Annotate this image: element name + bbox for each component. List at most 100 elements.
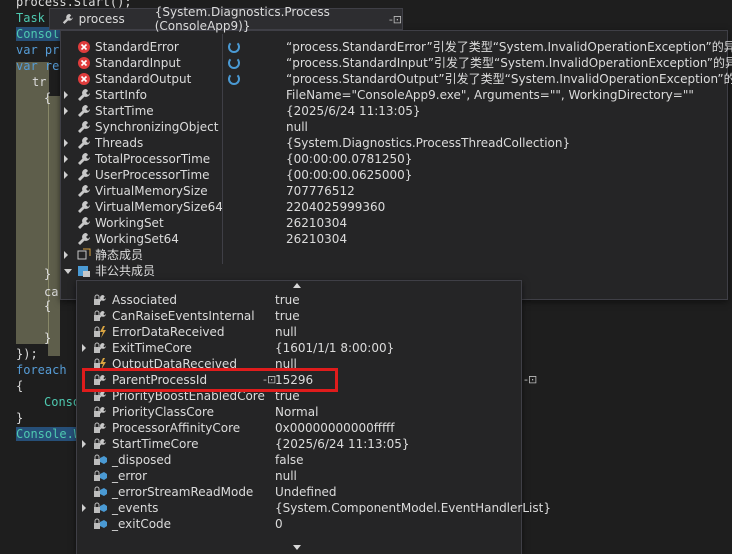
wrench-icon [78, 201, 90, 213]
error-icon [78, 73, 90, 85]
code-line: { [44, 299, 52, 313]
private-field-icon [94, 502, 107, 513]
member-name: _errorStreamReadMode [112, 485, 254, 499]
member-value[interactable]: {00:00:00.0781250} [286, 151, 412, 167]
member-value[interactable]: 26210304 [286, 215, 347, 231]
datatip-row[interactable]: StartTime {2025/6/24 11:13:05} [62, 103, 722, 119]
wrench-icon [78, 217, 90, 229]
expand-arrow-icon[interactable] [64, 171, 68, 179]
nonpublic-row[interactable]: _disposed false [78, 452, 538, 468]
member-value[interactable]: true [275, 292, 300, 308]
member-value[interactable]: true [275, 308, 300, 324]
member-name: StandardError [95, 40, 179, 54]
nonpublic-row[interactable]: Associated true [78, 292, 538, 308]
datatip-row[interactable]: StandardError “process.StandardError”引发了类… [62, 39, 732, 55]
member-value[interactable]: 0x00000000000fffff [275, 420, 394, 436]
code-line: var pr [16, 43, 60, 57]
datatip-row[interactable]: WorkingSet 26210304 [62, 215, 722, 231]
expand-arrow-icon[interactable] [64, 139, 68, 147]
wrench-icon [78, 153, 90, 165]
change-bar [48, 96, 60, 356]
member-value[interactable]: “process.StandardOutput”引发了类型“System.Inv… [286, 71, 732, 87]
member-value[interactable]: “process.StandardInput”引发了类型“System.Inva… [286, 55, 732, 71]
member-value[interactable]: false [275, 452, 304, 468]
member-value[interactable]: 707776512 [286, 183, 355, 199]
datatip-row[interactable]: Threads {System.Diagnostics.ProcessThread… [62, 135, 722, 151]
nonpublic-row[interactable]: ProcessorAffinityCore 0x00000000000fffff [78, 420, 538, 436]
datatip-row[interactable]: TotalProcessorTime {00:00:00.0781250} [62, 151, 722, 167]
member-value[interactable]: 0 [275, 516, 283, 532]
code-line: foreach [16, 363, 67, 377]
datatip-row[interactable]: StartInfo FileName="ConsoleApp9.exe", Arg… [62, 87, 722, 103]
pin-icon[interactable]: -⊡ [389, 13, 402, 26]
nonpublic-row[interactable]: PriorityClassCore Normal [78, 404, 538, 420]
expand-arrow-icon[interactable] [64, 251, 68, 259]
refresh-icon[interactable] [228, 41, 240, 53]
collapse-arrow-icon[interactable] [64, 269, 72, 274]
datatip-row[interactable]: 静态成员 [62, 247, 722, 263]
code-line: { [16, 379, 24, 393]
member-value[interactable]: {1601/1/1 8:00:00} [275, 340, 394, 356]
column-divider[interactable] [222, 34, 223, 264]
member-value[interactable]: {System.ComponentModel.EventHandlerList} [275, 500, 551, 516]
scroll-up-icon[interactable] [293, 283, 301, 288]
datatip-row[interactable]: VirtualMemorySize64 2204025999360 [62, 199, 722, 215]
member-value[interactable]: Undefined [275, 484, 337, 500]
private-property-icon [94, 438, 106, 449]
member-value[interactable]: null [286, 119, 308, 135]
code-line: } [16, 411, 24, 425]
expand-arrow-icon[interactable] [64, 155, 68, 163]
member-value[interactable]: {2025/6/24 11:13:05} [275, 436, 410, 452]
private-property-icon [94, 310, 106, 321]
member-name: ErrorDataReceived [112, 325, 225, 339]
private-field-icon [94, 470, 107, 481]
member-value[interactable]: {2025/6/24 11:13:05} [286, 103, 421, 119]
expand-arrow-icon[interactable] [82, 504, 86, 512]
code-line: Conso [44, 395, 81, 409]
nonpublic-row[interactable]: _error null [78, 468, 538, 484]
scroll-down-icon[interactable] [293, 545, 301, 550]
wrench-icon [78, 121, 90, 133]
private-event-icon [94, 326, 106, 338]
datatip-row[interactable]: WorkingSet64 26210304 [62, 231, 722, 247]
member-name: CanRaiseEventsInternal [112, 309, 255, 323]
code-line: } [44, 331, 52, 345]
expand-arrow-icon[interactable] [82, 344, 86, 352]
datatip-row[interactable]: SynchronizingObject null [62, 119, 722, 135]
nonpublic-row[interactable]: _events {System.ComponentModel.EventHandl… [78, 500, 551, 516]
member-value[interactable]: {System.Diagnostics.ProcessThreadCollect… [286, 135, 570, 151]
nonpublic-row[interactable]: StartTimeCore {2025/6/24 11:13:05} [78, 436, 538, 452]
expand-arrow-icon[interactable] [82, 440, 86, 448]
member-value[interactable]: {00:00:00.0625000} [286, 167, 412, 183]
pin-icon[interactable]: -⊡ [524, 372, 537, 388]
expand-arrow-icon[interactable] [64, 91, 68, 99]
wrench-icon [78, 185, 90, 197]
nonpublic-row[interactable]: ExitTimeCore {1601/1/1 8:00:00} [78, 340, 538, 356]
private-property-icon [94, 342, 106, 353]
refresh-icon[interactable] [228, 57, 240, 69]
datatip-row[interactable]: UserProcessorTime {00:00:00.0625000} [62, 167, 722, 183]
nonpublic-row[interactable]: ErrorDataReceived null [78, 324, 538, 340]
member-value[interactable]: FileName="ConsoleApp9.exe", Arguments=""… [286, 87, 694, 103]
nonpublic-row[interactable]: CanRaiseEventsInternal true [78, 308, 538, 324]
member-value[interactable]: 26210304 [286, 231, 347, 247]
datatip-row[interactable]: StandardInput “process.StandardInput”引发了类… [62, 55, 732, 71]
wrench-icon [78, 89, 90, 101]
member-value[interactable]: null [275, 468, 297, 484]
member-value[interactable]: “process.StandardError”引发了类型“System.Inva… [286, 39, 732, 55]
member-name: _events [112, 501, 159, 515]
member-name: ExitTimeCore [112, 341, 192, 355]
private-field-icon [94, 518, 107, 529]
variable-value[interactable]: {System.Diagnostics.Process (ConsoleApp9… [155, 5, 383, 33]
datatip-header[interactable]: process {System.Diagnostics.Process (Con… [49, 5, 403, 33]
member-value[interactable]: Normal [275, 404, 318, 420]
datatip-row[interactable]: StandardOutput “process.StandardOutput”引发… [62, 71, 732, 87]
expand-arrow-icon[interactable] [64, 107, 68, 115]
member-value[interactable]: null [275, 324, 297, 340]
refresh-icon[interactable] [228, 73, 240, 85]
nonpublic-row[interactable]: _exitCode 0 [78, 516, 538, 532]
member-value[interactable]: 2204025999360 [286, 199, 385, 215]
datatip-row[interactable]: 非公共成员 [62, 263, 722, 279]
datatip-row[interactable]: VirtualMemorySize 707776512 [62, 183, 722, 199]
nonpublic-row[interactable]: _errorStreamReadMode Undefined [78, 484, 538, 500]
